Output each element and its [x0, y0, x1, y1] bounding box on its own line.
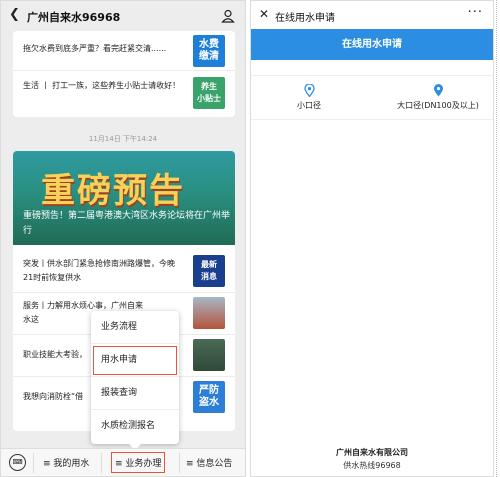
location-pin-icon: [303, 84, 315, 97]
keyboard-icon[interactable]: ⌨: [9, 454, 26, 471]
chat-title: 广州自来水96968: [27, 11, 121, 24]
caliber-options: 小口径 大口径(DN100及以上): [251, 75, 493, 120]
tab-announcements[interactable]: ≡ 信息公告: [186, 456, 232, 469]
location-pin-icon: [433, 84, 443, 97]
article-title: 生活 丨 打工一族，这些养生小贴士请收好！: [23, 81, 181, 90]
divider: [33, 453, 34, 473]
message-timestamp: 11月14日 下午14:24: [88, 135, 158, 143]
company-name: 广州自来水有限公司: [336, 448, 408, 457]
official-account-menu-bar: ⌨ ≡ 我的用水 ≡ 业务办理 ≡ 信息公告: [1, 448, 245, 476]
divider: [179, 453, 180, 473]
tab-my-water[interactable]: ≡ 我的用水: [43, 456, 89, 469]
person-icon[interactable]: [221, 9, 235, 23]
banner-caption: 重磅预告！第二届粤港澳大湾区水务论坛将在广州举行: [23, 211, 231, 236]
page-title-bar: 在线用水申请: [251, 29, 493, 60]
article-thumbnail: [193, 339, 225, 371]
left-phone-screen: ❮ 广州自来水96968 拖欠水费到底多严重？看完赶紧交清...... 水费 缴清…: [0, 0, 246, 477]
page-edge-divider: [496, 0, 500, 477]
article-thumbnail: 水费 缴清: [193, 35, 225, 67]
business-submenu: 业务流程 用水申请 报装查询 水质检测报名: [91, 311, 179, 450]
menu-item-water-application[interactable]: 用水申请: [91, 344, 179, 377]
chevron-left-icon[interactable]: ❮: [9, 7, 20, 22]
service-hotline: 供水热线96968: [343, 461, 401, 470]
webview-title: 在线用水申请: [275, 13, 335, 24]
article-card-top: 拖欠水费到底多严重？看完赶紧交清...... 水费 缴清 生活 丨 打工一族，这些…: [13, 31, 235, 117]
option-small-caliber[interactable]: 小口径: [291, 84, 327, 111]
thumb-label: 水费: [199, 39, 219, 50]
article-row[interactable]: 拖欠水费到底多严重？看完赶紧交清...... 水费 缴清: [13, 31, 235, 71]
close-icon[interactable]: ✕: [259, 7, 269, 21]
article-thumbnail: 最新 消息: [193, 255, 225, 287]
menu-item-business-process[interactable]: 业务流程: [91, 311, 179, 344]
banner-image[interactable]: 重磅预告 重磅预告！第二届粤港澳大湾区水务论坛将在广州举行: [13, 151, 235, 245]
webview-header: ✕ 在线用水申请 ···: [251, 1, 493, 29]
option-label: 小口径: [297, 101, 321, 110]
article-row[interactable]: 生活 丨 打工一族，这些养生小贴士请收好！ 养生 小贴士: [13, 73, 235, 113]
divider: [101, 453, 102, 473]
right-phone-screen: ✕ 在线用水申请 ··· 在线用水申请 小口径 大口径(DN100及以上) 广州…: [250, 0, 494, 477]
menu-item-water-quality-signup[interactable]: 水质检测报名: [91, 410, 179, 443]
article-thumbnail: 严防 盗水: [193, 381, 225, 413]
article-thumbnail: [193, 297, 225, 329]
tab-business[interactable]: ≡ 业务办理: [110, 452, 166, 473]
article-title: 拖欠水费到底多严重？看完赶紧交清......: [23, 44, 167, 53]
article-row[interactable]: 突发丨供水部门紧急抢修南洲路爆管，今晚21时前恢复供水 最新 消息: [13, 251, 235, 293]
article-thumbnail: 养生 小贴士: [193, 77, 225, 109]
more-icon[interactable]: ···: [468, 5, 483, 20]
option-large-caliber[interactable]: 大口径(DN100及以上): [385, 84, 491, 111]
banner-headline: 重磅预告: [41, 171, 185, 211]
article-title: 突发丨供水部门紧急抢修南洲路爆管，今晚21时前恢复供水: [23, 259, 175, 282]
menu-item-installation-query[interactable]: 报装查询: [91, 377, 179, 410]
option-label: 大口径(DN100及以上): [397, 101, 479, 110]
chat-header: ❮ 广州自来水96968: [1, 1, 245, 31]
